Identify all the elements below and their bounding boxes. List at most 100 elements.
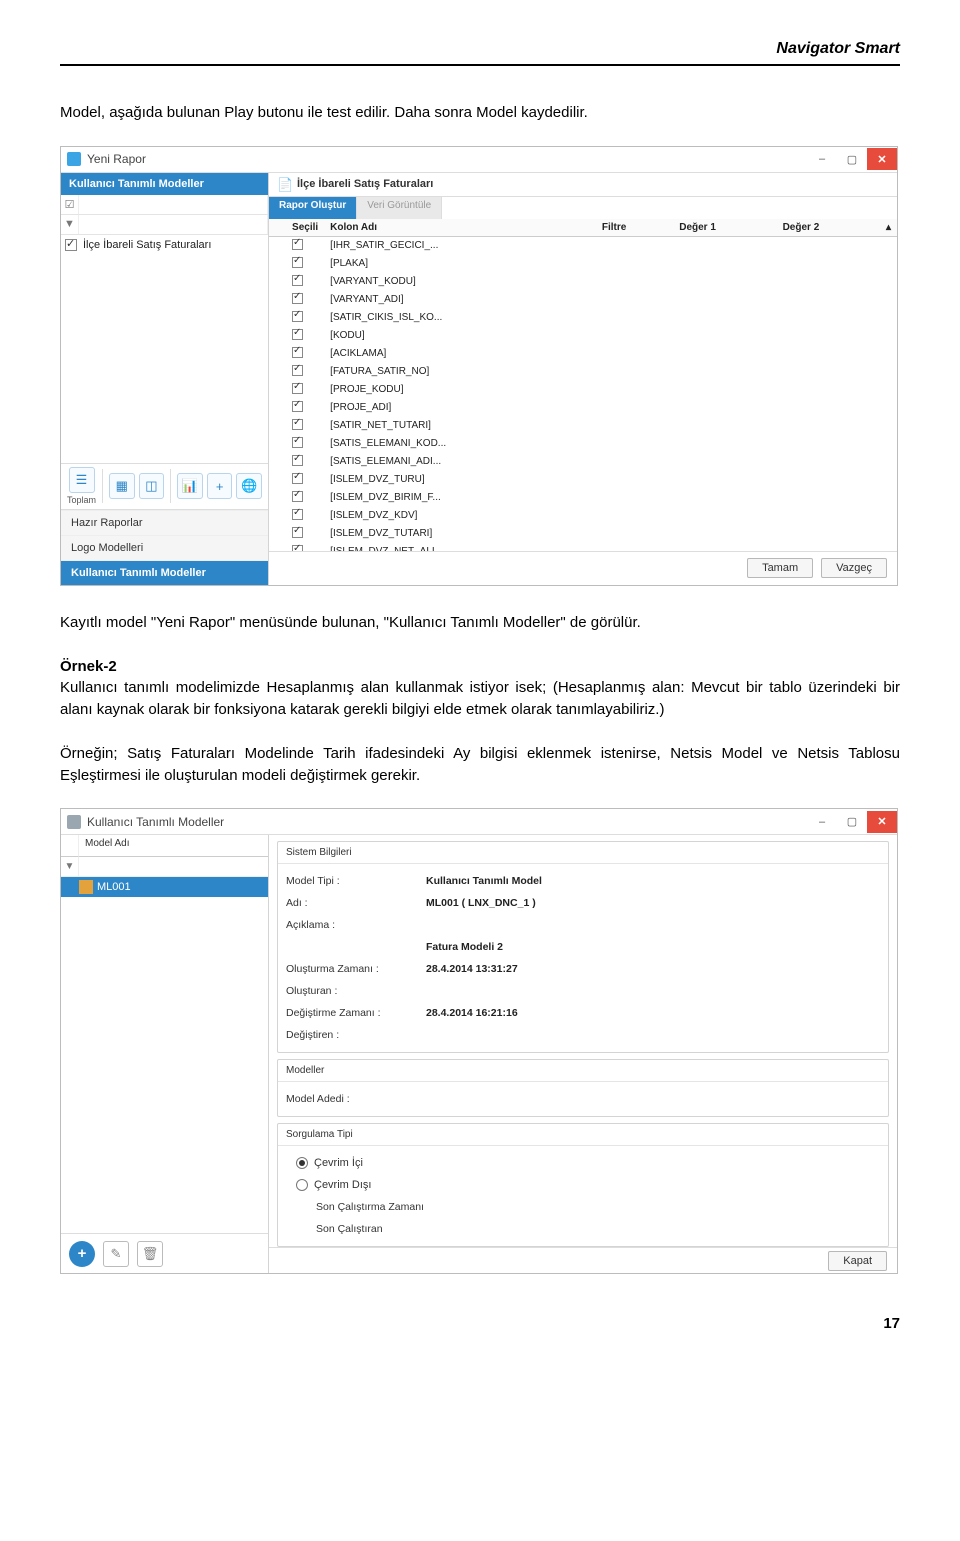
checkbox-icon[interactable] <box>292 491 303 502</box>
radio-icon <box>296 1179 308 1191</box>
scroll-up-icon[interactable]: ▴ <box>880 219 897 237</box>
ok-button[interactable]: Tamam <box>747 558 813 578</box>
sidebar-nav: Hazır Raporlar Logo Modelleri Kullanıcı … <box>61 509 268 585</box>
checkbox-icon[interactable] <box>292 545 303 551</box>
maximize-button[interactable]: ▢ <box>837 148 867 170</box>
col-deger2[interactable]: Değer 2 <box>777 219 880 237</box>
radio-cevrim-disi[interactable]: Çevrim Dışı <box>286 1174 880 1196</box>
grid-row[interactable]: [ISLEM_DVZ_TUTARI] <box>269 525 897 543</box>
grid-row[interactable]: [VARYANT_KODU] <box>269 273 897 291</box>
add-chart-icon[interactable]: + <box>207 473 233 499</box>
model-tipi-value: Kullanıcı Tanımlı Model <box>426 875 542 887</box>
main-panel: 📄 İlçe İbareli Satış Faturaları Rapor Ol… <box>269 173 897 585</box>
tab-veri-goruntule[interactable]: Veri Görüntüle <box>357 197 442 219</box>
close-button[interactable]: ✕ <box>867 148 897 170</box>
grid-row[interactable]: [ISLEM_DVZ_NET_ALI... <box>269 543 897 551</box>
grid-row[interactable]: [SATIR_CIKIS_ISL_KO... <box>269 309 897 327</box>
checkbox-icon[interactable] <box>292 365 303 376</box>
checkbox-icon[interactable] <box>292 329 303 340</box>
kolon-adi-cell: [ISLEM_DVZ_TURU] <box>324 471 596 489</box>
sidebar-list: İlçe İbareli Satış Faturaları <box>61 235 268 463</box>
grid-row[interactable]: [PROJE_KODU] <box>269 381 897 399</box>
col-kolon-adi[interactable]: Kolon Adı <box>324 219 596 237</box>
checkbox-icon[interactable] <box>292 293 303 304</box>
grid-row[interactable]: [SATIR_NET_TUTARI] <box>269 417 897 435</box>
grid-row[interactable]: [IHR_SATIR_GECICI_... <box>269 236 897 255</box>
barchart-icon[interactable]: 📊 <box>177 473 203 499</box>
filter-check-icon[interactable]: ☑ <box>61 195 79 214</box>
kolon-adi-cell: [SATIS_ELEMANI_ADI... <box>324 453 596 471</box>
col-secili[interactable]: Seçili <box>286 219 324 237</box>
grid-row[interactable]: [ISLEM_DVZ_BIRIM_F... <box>269 489 897 507</box>
checkbox-icon[interactable] <box>292 473 303 484</box>
grid-row[interactable]: [PLAKA] <box>269 255 897 273</box>
nav-kullanici-tanimli[interactable]: Kullanıcı Tanımlı Modeller <box>61 560 268 585</box>
app-icon <box>67 152 81 166</box>
checkbox-icon[interactable] <box>292 401 303 412</box>
nav-logo-modelleri[interactable]: Logo Modelleri <box>61 535 268 560</box>
checkbox-icon[interactable] <box>292 419 303 430</box>
minimize-button-2[interactable]: – <box>807 811 837 833</box>
cancel-button[interactable]: Vazgeç <box>821 558 887 578</box>
checkbox-icon[interactable] <box>292 455 303 466</box>
son-calistiran-label: Son Çalıştıran <box>316 1223 456 1235</box>
edit-button[interactable]: ✎ <box>103 1241 129 1267</box>
kolon-adi-cell: [VARYANT_KODU] <box>324 273 596 291</box>
report-icon: 📄 <box>277 177 291 191</box>
checkbox-icon[interactable] <box>292 383 303 394</box>
screenshot-yeni-rapor: Yeni Rapor – ▢ ✕ Kullanıcı Tanımlı Model… <box>60 146 898 586</box>
delete-button[interactable]: 🗑 <box>137 1241 163 1267</box>
col-filtre[interactable]: Filtre <box>596 219 673 237</box>
model-icon <box>79 880 93 894</box>
grid-row[interactable]: [ACIKLAMA] <box>269 345 897 363</box>
model-list: ▸ ML001 <box>61 877 268 1233</box>
grid-row[interactable]: [PROJE_ADI] <box>269 399 897 417</box>
radio-cevrim-ici[interactable]: Çevrim İçi <box>286 1152 880 1174</box>
grid-row[interactable]: [VARYANT_ADI] <box>269 291 897 309</box>
app-icon-2 <box>67 815 81 829</box>
olusturan-label: Oluşturan : <box>286 985 426 997</box>
kolon-adi-cell: [IHR_SATIR_GECICI_... <box>324 236 596 255</box>
grid-row[interactable]: [KODU] <box>269 327 897 345</box>
checkbox-icon[interactable] <box>65 239 77 251</box>
model-list-item[interactable]: ▸ ML001 <box>61 877 268 897</box>
degistirme-zamani-label: Değiştirme Zamanı : <box>286 1007 426 1019</box>
filter-funnel-icon[interactable]: ▼ <box>61 215 79 234</box>
minimize-button[interactable]: – <box>807 148 837 170</box>
filter-cell-2[interactable] <box>79 215 268 234</box>
add-button[interactable]: + <box>69 1241 95 1267</box>
map-icon[interactable]: 🌐 <box>236 473 262 499</box>
col-model-adi[interactable]: Model Adı <box>79 835 268 857</box>
grid-row[interactable]: [ISLEM_DVZ_TURU] <box>269 471 897 489</box>
col-deger1[interactable]: Değer 1 <box>673 219 776 237</box>
radio-label-ici: Çevrim İçi <box>314 1157 363 1169</box>
kolon-adi-cell: [SATIS_ELEMANI_KOD... <box>324 435 596 453</box>
checkbox-icon[interactable] <box>292 239 303 250</box>
dialog-buttons-2: Kapat <box>269 1247 897 1273</box>
checkbox-icon[interactable] <box>292 275 303 286</box>
kapat-button[interactable]: Kapat <box>828 1251 887 1271</box>
checkbox-icon[interactable] <box>292 527 303 538</box>
checkbox-icon[interactable] <box>292 509 303 520</box>
checkbox-icon[interactable] <box>292 311 303 322</box>
tab-rapor-olustur[interactable]: Rapor Oluştur <box>269 197 357 219</box>
sidebar-2-toolbar: + ✎ 🗑 <box>61 1233 268 1273</box>
pivot-view-icon[interactable]: ◫ <box>139 473 165 499</box>
maximize-button-2[interactable]: ▢ <box>837 811 867 833</box>
nav-hazir-raporlar[interactable]: Hazır Raporlar <box>61 510 268 535</box>
checkbox-icon[interactable] <box>292 437 303 448</box>
grid-row[interactable]: [SATIS_ELEMANI_ADI... <box>269 453 897 471</box>
grid-row[interactable]: [SATIS_ELEMANI_KOD... <box>269 435 897 453</box>
close-button-2[interactable]: ✕ <box>867 811 897 833</box>
filter-input[interactable] <box>79 857 268 876</box>
paragraph-1: Model, aşağıda bulunan Play butonu ile t… <box>60 102 900 124</box>
sidebar-model-item[interactable]: İlçe İbareli Satış Faturaları <box>61 235 268 255</box>
table-view-icon[interactable]: ☰ <box>69 467 95 493</box>
grid-view-icon[interactable]: ▦ <box>109 473 135 499</box>
grid-row[interactable]: [ISLEM_DVZ_KDV] <box>269 507 897 525</box>
grid-row[interactable]: [FATURA_SATIR_NO] <box>269 363 897 381</box>
filter-cell[interactable] <box>79 195 268 214</box>
checkbox-icon[interactable] <box>292 257 303 268</box>
checkbox-icon[interactable] <box>292 347 303 358</box>
filter-funnel-icon-2[interactable]: ▼ <box>61 857 79 876</box>
